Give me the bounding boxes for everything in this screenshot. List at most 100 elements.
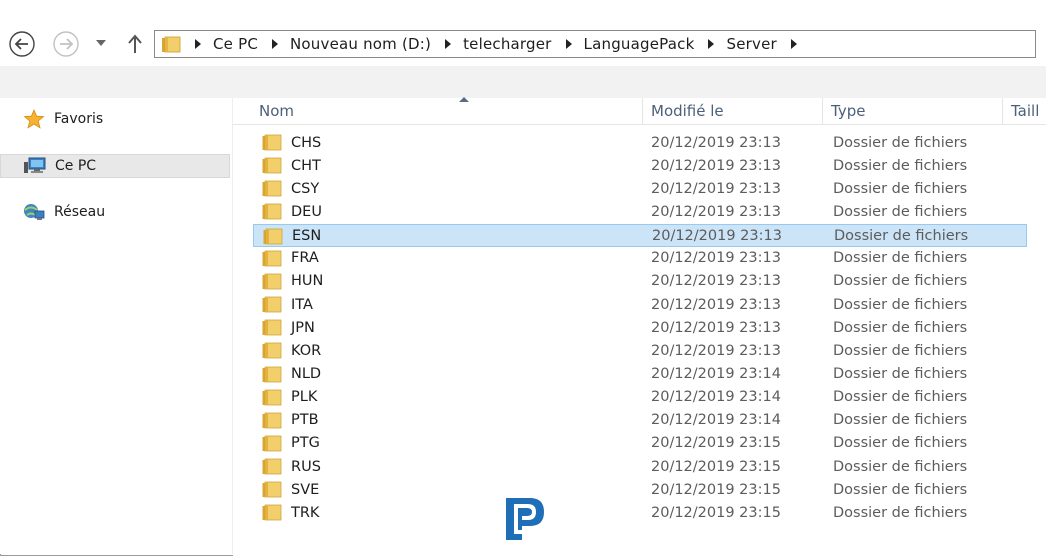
back-button[interactable] — [8, 30, 36, 58]
table-row[interactable]: CHT 20/12/2019 23:13 Dossier de fichiers — [253, 154, 1027, 177]
file-modified: 20/12/2019 23:13 — [651, 273, 781, 290]
table-row[interactable]: KOR 20/12/2019 23:13 Dossier de fichiers — [253, 339, 1027, 362]
file-name: TRK — [291, 504, 320, 521]
file-modified: 20/12/2019 23:15 — [651, 435, 781, 452]
folder-icon — [263, 228, 283, 244]
table-row[interactable]: ESN 20/12/2019 23:13 Dossier de fichiers — [253, 223, 1027, 247]
table-row[interactable]: FRA 20/12/2019 23:13 Dossier de fichiers — [253, 247, 1027, 270]
breadcrumb-drive[interactable]: Nouveau nom (D:) — [290, 35, 431, 53]
recent-locations-button[interactable] — [93, 36, 109, 50]
folder-icon — [262, 273, 282, 290]
file-type: Dossier de fichiers — [833, 504, 968, 521]
file-modified: 20/12/2019 23:13 — [651, 319, 781, 336]
column-header-label: Type — [831, 102, 866, 120]
file-name: HUN — [291, 273, 324, 290]
file-name: KOR — [291, 342, 322, 359]
breadcrumb-separator-icon[interactable] — [565, 39, 572, 49]
sidebar-item-reseau[interactable]: Réseau — [0, 201, 228, 223]
table-row[interactable]: CHS 20/12/2019 23:13 Dossier de fichiers — [253, 131, 1027, 154]
file-modified: 20/12/2019 23:13 — [651, 134, 781, 151]
folder-icon — [262, 481, 282, 498]
file-name: PTG — [291, 435, 320, 452]
breadcrumb-separator-icon[interactable] — [445, 39, 452, 49]
file-modified: 20/12/2019 23:15 — [651, 504, 781, 521]
table-row[interactable]: DEU 20/12/2019 23:13 Dossier de fichiers — [253, 200, 1027, 223]
file-type: Dossier de fichiers — [833, 389, 968, 406]
folder-icon — [262, 157, 282, 174]
folder-icon — [262, 505, 282, 521]
file-type: Dossier de fichiers — [833, 180, 968, 197]
sidebar-item-label: Réseau — [54, 204, 106, 220]
file-list: Nom Modifié le Type Taill CHS 20/12/2019 … — [233, 97, 1046, 556]
column-header-modified[interactable]: Modifié le — [643, 98, 823, 124]
table-row[interactable]: SVE 20/12/2019 23:15 Dossier de fichiers — [253, 478, 1027, 501]
column-header-label: Modifié le — [651, 102, 724, 120]
sidebar-item-ce-pc[interactable]: Ce PC — [0, 154, 230, 178]
table-row[interactable]: CSY 20/12/2019 23:13 Dossier de fichiers — [253, 177, 1027, 200]
column-header-name[interactable]: Nom — [251, 97, 643, 124]
file-name: DEU — [291, 203, 322, 220]
file-type: Dossier de fichiers — [833, 273, 968, 290]
star-icon — [22, 109, 46, 129]
address-bar[interactable]: Ce PC Nouveau nom (D:) telecharger Langu… — [154, 30, 1036, 58]
folder-icon — [262, 435, 282, 452]
file-type: Dossier de fichiers — [833, 157, 968, 174]
table-row[interactable]: JPN 20/12/2019 23:13 Dossier de fichiers — [253, 316, 1027, 339]
file-name: SVE — [291, 481, 320, 498]
file-name: NLD — [291, 366, 322, 382]
table-row[interactable]: PTB 20/12/2019 23:14 Dossier de fichiers — [253, 409, 1027, 432]
file-type: Dossier de fichiers — [833, 412, 968, 429]
folder-icon — [262, 458, 282, 475]
file-name: CHS — [291, 134, 322, 151]
up-arrow-icon — [128, 34, 142, 53]
column-header-row: Nom Modifié le Type Taill — [233, 97, 1046, 125]
table-row[interactable]: TRK 20/12/2019 23:15 Dossier de fichiers — [253, 501, 1027, 524]
sidebar-item-label: Ce PC — [55, 158, 97, 174]
folder-icon — [162, 36, 181, 53]
breadcrumb-languagepack[interactable]: LanguagePack — [584, 35, 695, 53]
forward-button[interactable] — [52, 30, 80, 58]
file-modified: 20/12/2019 23:13 — [651, 203, 781, 220]
table-row[interactable]: HUN 20/12/2019 23:13 Dossier de fichiers — [253, 270, 1027, 293]
breadcrumb-server[interactable]: Server — [726, 35, 776, 53]
file-modified: 20/12/2019 23:14 — [651, 366, 781, 382]
file-type: Dossier de fichiers — [834, 228, 969, 245]
file-type: Dossier de fichiers — [833, 134, 968, 151]
file-type: Dossier de fichiers — [833, 435, 968, 452]
file-modified: 20/12/2019 23:13 — [652, 228, 782, 245]
sidebar-item-label: Favoris — [54, 111, 104, 127]
breadcrumb-separator-icon[interactable] — [272, 39, 278, 49]
sort-ascending-icon — [459, 97, 469, 102]
file-modified: 20/12/2019 23:15 — [651, 458, 781, 475]
file-modified: 20/12/2019 23:14 — [651, 389, 781, 406]
table-row[interactable]: NLD 20/12/2019 23:14 Dossier de fichiers — [253, 363, 1027, 386]
sidebar-item-favoris[interactable]: Favoris — [0, 108, 228, 130]
file-name: ITA — [291, 296, 313, 313]
table-row[interactable]: PTG 20/12/2019 23:15 Dossier de fichiers — [253, 432, 1027, 455]
file-name: CSY — [291, 180, 320, 197]
column-header-type[interactable]: Type — [823, 98, 1003, 124]
file-name: ESN — [292, 228, 322, 245]
folder-icon — [262, 250, 282, 267]
column-header-label: Nom — [259, 102, 295, 120]
file-type: Dossier de fichiers — [833, 366, 968, 382]
file-name: RUS — [291, 458, 321, 475]
file-modified: 20/12/2019 23:13 — [651, 296, 781, 313]
breadcrumb-telecharger[interactable]: telecharger — [463, 35, 551, 53]
table-row[interactable]: RUS 20/12/2019 23:15 Dossier de fichiers — [253, 455, 1027, 478]
breadcrumb-separator-icon[interactable] — [708, 39, 715, 49]
column-header-size[interactable]: Taill — [1003, 98, 1046, 124]
back-arrow-icon — [9, 31, 35, 57]
file-type: Dossier de fichiers — [833, 319, 968, 336]
computer-icon — [23, 156, 47, 176]
breadcrumb-ce-pc[interactable]: Ce PC — [213, 35, 258, 53]
table-row[interactable]: ITA 20/12/2019 23:13 Dossier de fichiers — [253, 293, 1027, 316]
chevron-down-icon — [96, 40, 106, 46]
navigation-bar: Ce PC Nouveau nom (D:) telecharger Langu… — [0, 0, 1046, 66]
table-row[interactable]: PLK 20/12/2019 23:14 Dossier de fichiers — [253, 386, 1027, 409]
breadcrumb-separator-icon[interactable] — [790, 39, 797, 49]
file-modified: 20/12/2019 23:13 — [651, 157, 781, 174]
folder-icon — [262, 366, 282, 382]
up-button[interactable] — [124, 32, 146, 56]
breadcrumb-separator-icon[interactable] — [195, 39, 201, 49]
